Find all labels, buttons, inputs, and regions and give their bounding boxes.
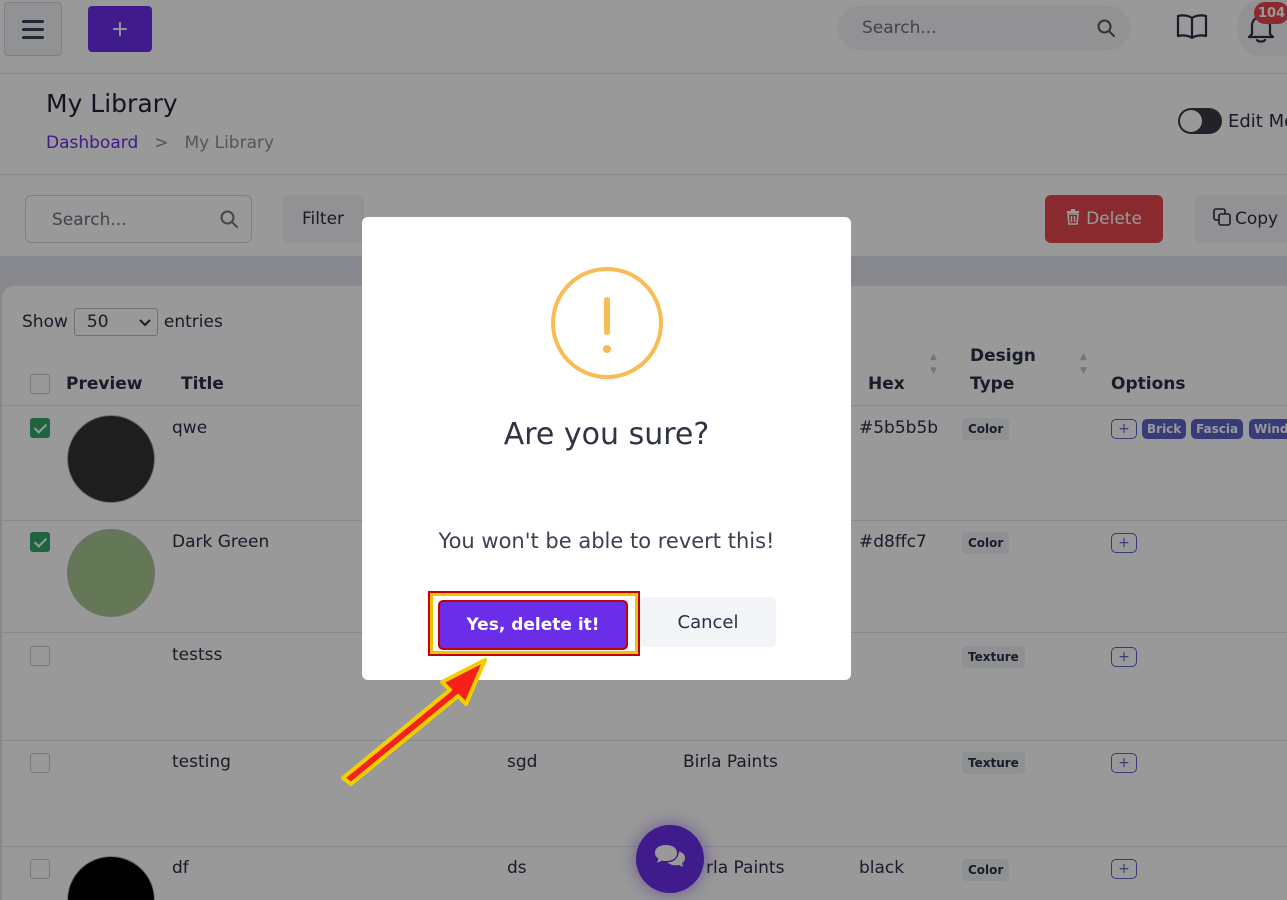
confirm-delete-button[interactable]: Yes, delete it! — [438, 600, 628, 650]
warning-icon-bar — [604, 297, 610, 335]
dialog-message: You won't be able to revert this! — [438, 529, 775, 553]
warning-icon-dot — [603, 345, 611, 353]
confirm-highlight-frame: Yes, delete it! — [428, 591, 640, 656]
cancel-button[interactable]: Cancel — [640, 597, 776, 647]
annotation-arrow-icon — [341, 658, 487, 786]
warning-exclamation-icon — [551, 267, 663, 379]
dialog-title: Are you sure? — [503, 417, 710, 452]
confirm-delete-dialog: Are you sure? You won't be able to rever… — [362, 217, 851, 680]
